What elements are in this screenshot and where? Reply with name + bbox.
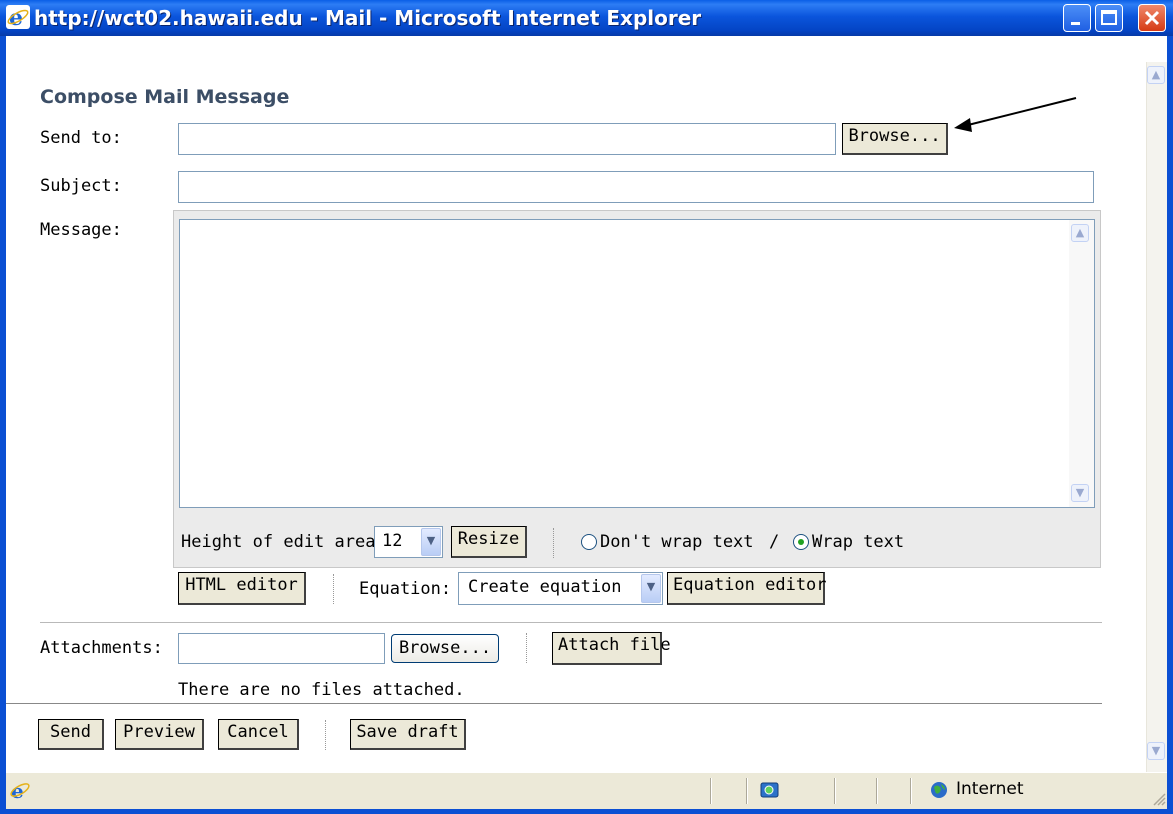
scroll-up-button[interactable]: ▲: [1147, 66, 1165, 84]
subject-label: Subject:: [40, 176, 122, 196]
window-title: http://wct02.hawaii.edu - Mail - Microso…: [34, 6, 702, 30]
equation-select[interactable]: Create equation ▼: [458, 572, 663, 605]
message-label: Message:: [40, 220, 122, 240]
message-scrollbar[interactable]: [1069, 220, 1094, 507]
page-icon: e: [10, 779, 30, 802]
separator: [333, 574, 334, 604]
equation-label: Equation:: [359, 579, 452, 599]
resize-grip-icon[interactable]: [1150, 790, 1166, 806]
page-title: Compose Mail Message: [40, 86, 290, 108]
separator: [553, 528, 554, 558]
ie-icon: e: [6, 5, 30, 31]
scroll-down-button[interactable]: ▼: [1147, 742, 1165, 760]
minimize-icon: [1071, 22, 1080, 25]
message-scroll-down-button[interactable]: ▼: [1071, 484, 1089, 502]
wrap-radio[interactable]: [793, 534, 809, 550]
resize-button[interactable]: Resize: [451, 526, 527, 558]
divider: [6, 703, 1102, 704]
maximize-icon: [1101, 10, 1117, 25]
message-textarea[interactable]: [179, 219, 1095, 508]
html-editor-button[interactable]: HTML editor: [178, 572, 306, 605]
window-frame-right: [1167, 36, 1173, 814]
height-select-value: 12: [382, 531, 403, 551]
status-separator: [834, 778, 836, 804]
subject-input[interactable]: [178, 171, 1094, 203]
height-label: Height of edit area:: [181, 532, 386, 552]
equation-editor-button[interactable]: Equation editor: [667, 572, 827, 605]
chevron-down-icon: ▼: [421, 528, 441, 556]
message-scroll-up-button[interactable]: ▲: [1071, 224, 1089, 242]
close-button[interactable]: [1138, 4, 1166, 32]
save-draft-button[interactable]: Save draft: [350, 719, 466, 750]
preview-button[interactable]: Preview: [115, 719, 204, 750]
maximize-button[interactable]: [1095, 4, 1123, 32]
separator: [526, 633, 527, 663]
height-select[interactable]: 12 ▼: [374, 526, 443, 558]
attachments-label: Attachments:: [40, 638, 163, 658]
security-status-icon: [760, 782, 779, 798]
no-files-text: There are no files attached.: [178, 680, 465, 700]
browse-file-button[interactable]: Browse...: [391, 634, 499, 663]
radio-selected-dot: [798, 539, 804, 545]
send-button[interactable]: Send: [38, 719, 104, 750]
minimize-button[interactable]: [1063, 4, 1091, 32]
close-icon: [1144, 10, 1160, 26]
send-to-input[interactable]: [178, 123, 836, 155]
cancel-button[interactable]: Cancel: [218, 719, 299, 750]
attachment-file-input[interactable]: [178, 633, 385, 664]
send-to-label: Send to:: [40, 128, 122, 148]
equation-select-value: Create equation: [468, 577, 622, 597]
page-scrollbar[interactable]: [1146, 62, 1167, 774]
globe-icon: [931, 782, 947, 798]
status-separator: [876, 778, 878, 804]
wrap-label: Wrap text: [812, 532, 905, 552]
dont-wrap-label: Don't wrap text: [600, 532, 754, 552]
wrap-separator-text: /: [769, 532, 780, 552]
browse-recipients-button[interactable]: Browse...: [842, 123, 948, 155]
chevron-down-icon: ▼: [641, 574, 661, 603]
status-separator: [710, 778, 712, 804]
dont-wrap-radio[interactable]: [581, 534, 597, 550]
divider: [40, 622, 1102, 623]
status-separator: [746, 778, 748, 804]
security-zone-label: Internet: [956, 779, 1024, 799]
separator: [325, 720, 326, 750]
status-separator: [910, 778, 912, 804]
annotation-arrow-icon: [954, 97, 1077, 132]
attach-file-button[interactable]: Attach file: [552, 632, 671, 665]
